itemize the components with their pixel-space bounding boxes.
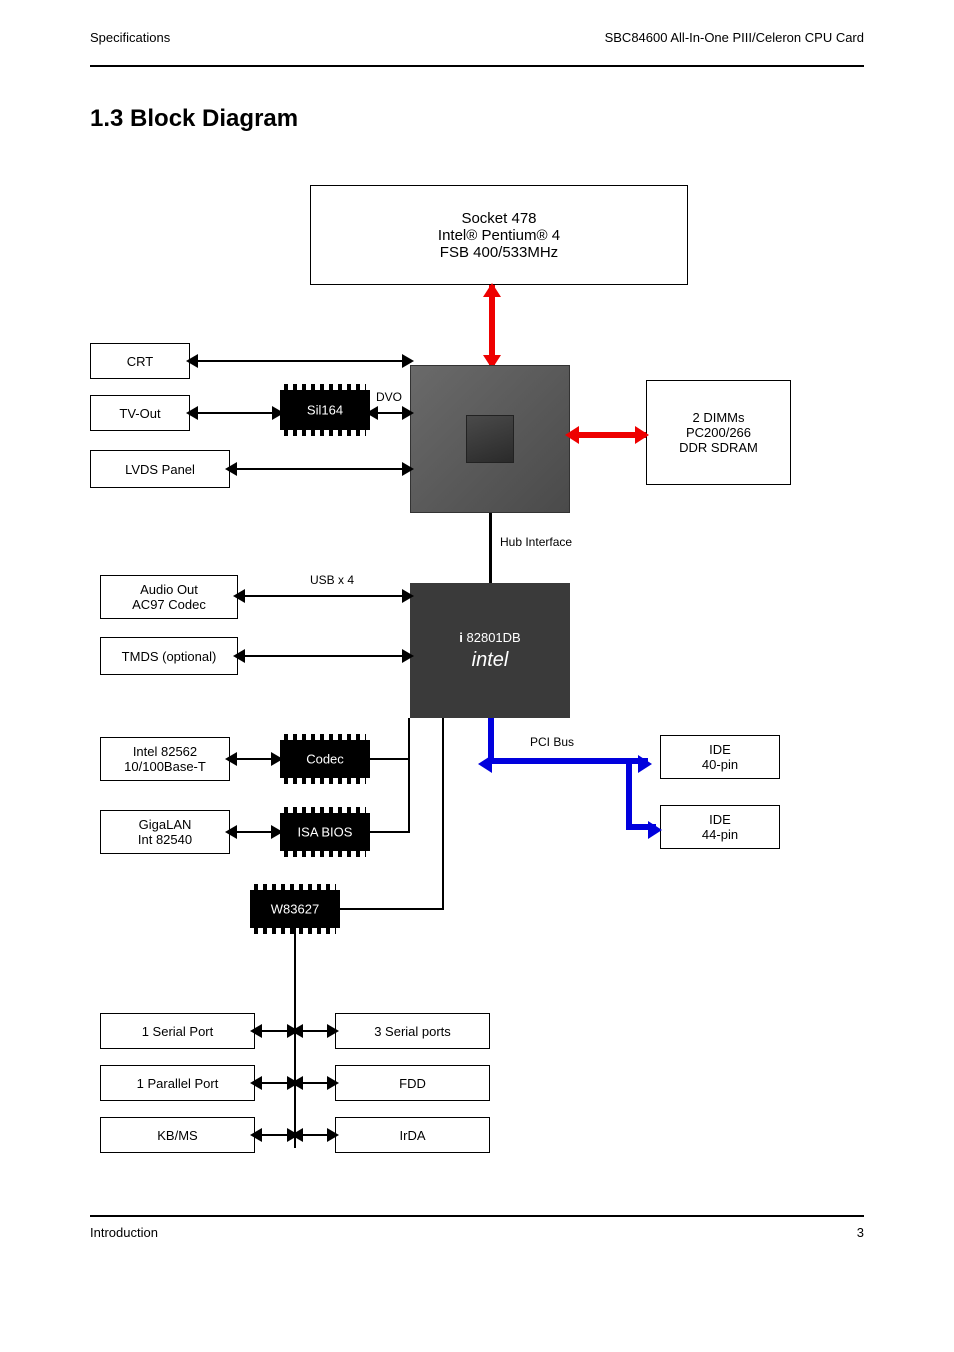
ar-ser3-l-icon bbox=[291, 1024, 303, 1038]
ar-ser1-l-icon bbox=[250, 1024, 262, 1038]
ic-codec-label: Codec bbox=[280, 752, 370, 767]
intel-logo-icon: intel bbox=[472, 649, 509, 672]
box-irda: IrDA bbox=[335, 1117, 490, 1153]
ar-irda-r-icon bbox=[327, 1128, 339, 1142]
box-tmds: TMDS (optional) bbox=[100, 637, 238, 675]
footer-left: Introduction bbox=[90, 1225, 158, 1240]
line-sio-bus bbox=[294, 928, 296, 1148]
label-hub: Hub Interface bbox=[500, 535, 572, 549]
box-tvout: TV-Out bbox=[90, 395, 190, 431]
line-isa-v bbox=[408, 718, 410, 833]
line-lvds bbox=[230, 468, 410, 470]
arrow-tvout-r-icon bbox=[272, 406, 284, 420]
arrow-pci-r-icon bbox=[638, 755, 652, 773]
arrow-audio-r-icon bbox=[402, 589, 414, 603]
arrow-sil-r-icon bbox=[402, 406, 414, 420]
box-memory: 2 DIMMsPC200/266DDR SDRAM bbox=[646, 380, 791, 485]
arrow-sil-l-icon bbox=[366, 406, 378, 420]
label-dvo: DVO bbox=[376, 390, 402, 404]
arrow-cpu-up-icon bbox=[483, 283, 501, 297]
rule-top bbox=[90, 65, 864, 67]
arrow-audio-l-icon bbox=[233, 589, 245, 603]
ic-isa: ISA BIOS bbox=[280, 813, 370, 851]
box-ser1: 1 Serial Port bbox=[100, 1013, 255, 1049]
arrow-lan1-l-icon bbox=[225, 752, 237, 766]
ar-irda-l-icon bbox=[291, 1128, 303, 1142]
footer-right: 3 bbox=[857, 1225, 864, 1240]
box-lan2: GigaLANInt 82540 bbox=[100, 810, 230, 854]
box-ide40: IDE40-pin bbox=[660, 735, 780, 779]
ic-sil164: Sil164 bbox=[280, 390, 370, 430]
box-cpu: Socket 478Intel® Pentium® 4FSB 400/533MH… bbox=[310, 185, 688, 285]
arrow-pci-l-icon bbox=[478, 755, 492, 773]
line-sio-h bbox=[340, 908, 444, 910]
box-kbms: KB/MS bbox=[100, 1117, 255, 1153]
footer: Introduction 3 bbox=[90, 1225, 864, 1240]
rule-bottom bbox=[90, 1215, 864, 1217]
line-pci-v bbox=[488, 718, 494, 760]
arrow-tvout-l-icon bbox=[186, 406, 198, 420]
ar-fdd-r-icon bbox=[327, 1076, 339, 1090]
header: Specifications SBC84600 All-In-One PIII/… bbox=[90, 30, 864, 45]
ic-sio-label: W83627 bbox=[250, 902, 340, 917]
line-hub bbox=[489, 513, 492, 583]
line-pci-h bbox=[488, 758, 648, 764]
ar-ser3-r-icon bbox=[327, 1024, 339, 1038]
box-lan1: Intel 8256210/100Base-T bbox=[100, 737, 230, 781]
line-pci-drop bbox=[626, 761, 632, 827]
block-diagram: Socket 478Intel® Pentium® 4FSB 400/533MH… bbox=[90, 165, 864, 1185]
ar-par-l-icon bbox=[250, 1076, 262, 1090]
box-ide44: IDE44-pin bbox=[660, 805, 780, 849]
arrow-lvds-l-icon bbox=[225, 462, 237, 476]
arrow-lan1-r-icon bbox=[271, 752, 283, 766]
box-lvds: LVDS Panel bbox=[90, 450, 230, 488]
box-audio: Audio OutAC97 Codec bbox=[100, 575, 238, 619]
box-crt: CRT bbox=[90, 343, 190, 379]
chip-ich: i 82801DB intel bbox=[410, 583, 570, 718]
line-tmds bbox=[238, 655, 410, 657]
label-usb: USB x 4 bbox=[310, 573, 354, 587]
ic-sil164-label: Sil164 bbox=[280, 403, 370, 418]
arrow-lvds-r-icon bbox=[402, 462, 414, 476]
line-crt bbox=[190, 360, 410, 362]
line-isa-h bbox=[370, 831, 410, 833]
box-ser3: 3 Serial ports bbox=[335, 1013, 490, 1049]
ic-isa-label: ISA BIOS bbox=[280, 825, 370, 840]
arrow-tmds-l-icon bbox=[233, 649, 245, 663]
line-audio bbox=[238, 595, 410, 597]
ar-kbms-l-icon bbox=[250, 1128, 262, 1142]
line-cpu-gmch bbox=[489, 285, 495, 365]
arrow-mem-left-icon bbox=[565, 426, 579, 444]
line-sio-v1 bbox=[442, 718, 444, 908]
line-tvout-sil bbox=[190, 412, 280, 414]
arrow-lan2-l-icon bbox=[225, 825, 237, 839]
arrow-ide44-icon bbox=[648, 821, 662, 839]
arrow-crt-left-icon bbox=[186, 354, 198, 368]
box-fdd: FDD bbox=[335, 1065, 490, 1101]
ar-fdd-l-icon bbox=[291, 1076, 303, 1090]
ic-sio: W83627 bbox=[250, 890, 340, 928]
header-left: Specifications bbox=[90, 30, 170, 45]
chip-gmch bbox=[410, 365, 570, 513]
ic-codec: Codec bbox=[280, 740, 370, 778]
box-par: 1 Parallel Port bbox=[100, 1065, 255, 1101]
arrow-mem-right-icon bbox=[635, 426, 649, 444]
header-right: SBC84600 All-In-One PIII/Celeron CPU Car… bbox=[605, 30, 864, 45]
ich-pn: 82801DB bbox=[467, 630, 521, 645]
page-title: 1.3 Block Diagram bbox=[90, 105, 298, 133]
label-pci: PCI Bus bbox=[530, 735, 574, 749]
arrow-crt-right-icon bbox=[402, 354, 414, 368]
line-codec-h bbox=[370, 758, 410, 760]
arrow-tmds-r-icon bbox=[402, 649, 414, 663]
arrow-lan2-r-icon bbox=[271, 825, 283, 839]
